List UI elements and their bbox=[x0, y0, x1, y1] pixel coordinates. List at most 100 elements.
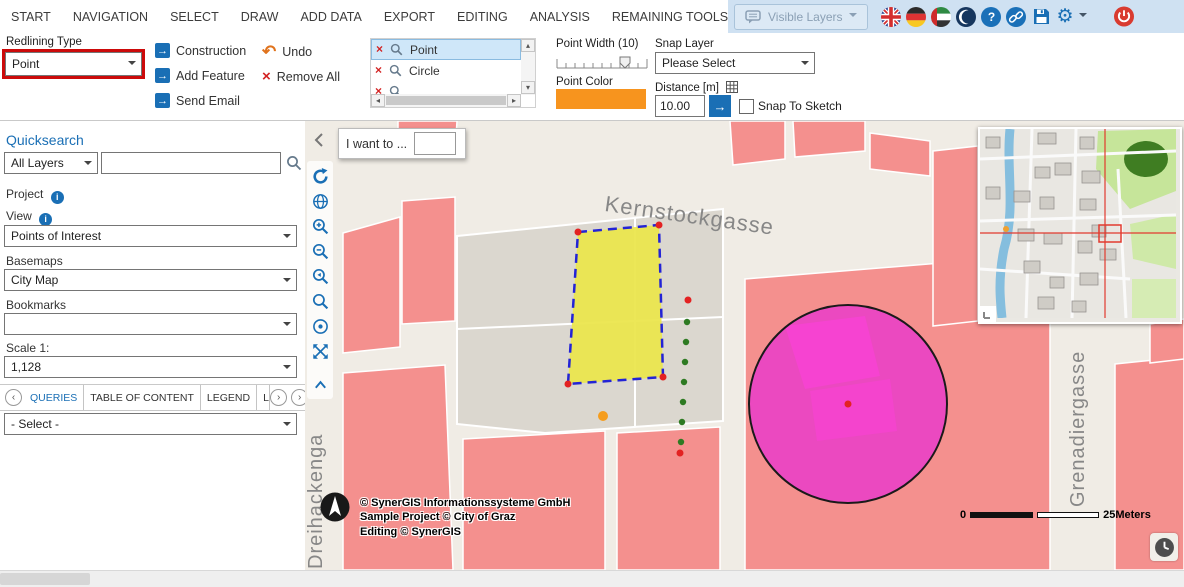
panel-tab-table-of-content[interactable]: TABLE OF CONTENT bbox=[84, 385, 201, 410]
project-label: Project bbox=[6, 187, 64, 204]
construction-label: Construction bbox=[176, 44, 246, 58]
tab-export[interactable]: EXPORT bbox=[373, 10, 446, 24]
distance-input[interactable] bbox=[655, 95, 705, 117]
i-want-to-widget[interactable]: I want to ... bbox=[338, 128, 466, 159]
globe-overview-icon[interactable] bbox=[310, 191, 330, 211]
tab-navigation[interactable]: NAVIGATION bbox=[62, 10, 159, 24]
scroll-up-icon[interactable] bbox=[521, 39, 535, 52]
tab-select[interactable]: SELECT bbox=[159, 10, 230, 24]
redline-yellow-rectangle[interactable] bbox=[565, 222, 667, 388]
project-info-icon[interactable] bbox=[51, 191, 64, 204]
scroll-right-icon[interactable] bbox=[507, 94, 521, 107]
collapse-sidebar-icon[interactable] bbox=[312, 131, 326, 149]
redline-magenta-circle[interactable] bbox=[749, 305, 947, 503]
zoom-in-icon[interactable] bbox=[310, 216, 330, 236]
point-color-swatch[interactable] bbox=[556, 89, 646, 109]
quicksearch-layer-select[interactable]: All Layers bbox=[4, 152, 98, 174]
redline-orange-point[interactable] bbox=[598, 411, 608, 421]
panel-tab-truncated[interactable]: L bbox=[257, 385, 270, 410]
panel-tabs-scroll-end-icon[interactable] bbox=[291, 389, 305, 406]
add-feature-button[interactable]: Add Feature bbox=[155, 68, 245, 83]
tab-remaining-tools[interactable]: REMAINING TOOLS bbox=[601, 10, 739, 24]
map-viewport[interactable]: Kernstockgasse Dreihackenga Grenadiergas… bbox=[305, 121, 1184, 570]
view-select-value: Points of Interest bbox=[11, 229, 101, 243]
street-label-dreihackengasse: Dreihackenga bbox=[305, 387, 328, 569]
delete-shape-icon[interactable] bbox=[375, 63, 382, 78]
shape-row-point[interactable]: Point bbox=[371, 39, 521, 60]
language-english-flag-icon[interactable] bbox=[881, 7, 901, 27]
logout-power-icon[interactable] bbox=[1114, 7, 1134, 27]
overview-marker-dot bbox=[1003, 226, 1009, 232]
scroll-down-icon[interactable] bbox=[521, 81, 535, 94]
panel-tab-queries[interactable]: QUERIES bbox=[24, 385, 84, 410]
send-email-label: Send Email bbox=[176, 94, 240, 108]
shape-row-circle[interactable]: Circle bbox=[371, 60, 521, 81]
night-mode-moon-icon[interactable] bbox=[956, 7, 976, 27]
overview-map-canvas bbox=[980, 129, 1176, 318]
remove-all-button[interactable]: Remove All bbox=[262, 69, 340, 84]
visible-layers-button[interactable]: Visible Layers bbox=[734, 4, 868, 30]
query-select[interactable]: - Select - bbox=[4, 413, 297, 435]
zoom-to-shape-icon[interactable] bbox=[390, 43, 403, 56]
snap-layer-select[interactable]: Please Select bbox=[655, 52, 815, 74]
send-email-button[interactable]: Send Email bbox=[155, 93, 240, 108]
view-select[interactable]: Points of Interest bbox=[4, 225, 297, 247]
add-feature-label: Add Feature bbox=[176, 69, 245, 83]
snap-to-sketch-checkbox[interactable] bbox=[739, 99, 754, 114]
tab-add-data[interactable]: ADD DATA bbox=[289, 10, 372, 24]
zoom-to-shape-icon[interactable] bbox=[389, 64, 402, 77]
settings-gear-icon[interactable] bbox=[1056, 7, 1073, 27]
shape-row-label: Point bbox=[410, 43, 437, 57]
snap-layer-label: Snap Layer bbox=[655, 38, 714, 50]
refresh-map-icon[interactable] bbox=[310, 166, 330, 186]
construction-button[interactable]: Construction bbox=[155, 43, 246, 58]
overview-inset-map[interactable] bbox=[978, 127, 1182, 324]
panel-tabs-scroll-left-icon[interactable] bbox=[5, 389, 22, 406]
shape-list-vertical-scrollbar[interactable] bbox=[521, 39, 535, 95]
quicksearch-input[interactable] bbox=[101, 152, 281, 174]
remove-all-label: Remove All bbox=[277, 70, 340, 84]
apply-distance-button[interactable] bbox=[709, 95, 731, 117]
shape-row-partial[interactable] bbox=[371, 81, 521, 95]
zoom-previous-icon[interactable] bbox=[310, 266, 330, 286]
delete-shape-icon[interactable] bbox=[376, 42, 383, 57]
layer-filter-value: All Layers bbox=[11, 156, 64, 170]
overview-resize-handle[interactable] bbox=[980, 306, 996, 322]
shape-list-horizontal-scrollbar[interactable] bbox=[371, 94, 521, 107]
copyright-line: Editing © SynerGIS bbox=[360, 525, 570, 539]
panel-tabs-scroll-right-icon[interactable] bbox=[270, 389, 287, 406]
language-german-flag-icon[interactable] bbox=[906, 7, 926, 27]
zoom-out-icon[interactable] bbox=[310, 241, 330, 261]
center-position-icon[interactable] bbox=[310, 316, 330, 336]
send-email-icon bbox=[155, 93, 170, 108]
help-icon[interactable] bbox=[981, 7, 1001, 27]
scale-label: Scale 1: bbox=[6, 341, 49, 355]
distance-grid-icon[interactable] bbox=[726, 81, 738, 93]
scrollbar-thumb[interactable] bbox=[386, 96, 506, 105]
share-link-icon[interactable] bbox=[1006, 7, 1026, 27]
scale-select[interactable]: 1,128 bbox=[4, 356, 297, 378]
full-extent-icon[interactable] bbox=[310, 341, 330, 361]
settings-chevron-icon[interactable] bbox=[1079, 13, 1087, 21]
zoom-select-icon[interactable] bbox=[310, 291, 330, 311]
tab-start[interactable]: START bbox=[0, 10, 62, 24]
scroll-left-icon[interactable] bbox=[371, 94, 385, 107]
tab-analysis[interactable]: ANALYSIS bbox=[519, 10, 601, 24]
language-arabic-flag-icon[interactable] bbox=[931, 7, 951, 27]
collapse-toolbar-chevron-icon[interactable] bbox=[310, 374, 330, 394]
time-slider-clock-button[interactable] bbox=[1150, 533, 1178, 561]
save-icon[interactable] bbox=[1031, 7, 1051, 27]
view-info-icon[interactable] bbox=[39, 213, 52, 226]
quicksearch-search-icon[interactable] bbox=[286, 155, 302, 171]
tab-draw[interactable]: DRAW bbox=[230, 10, 290, 24]
bookmarks-select[interactable] bbox=[4, 313, 297, 335]
horizontal-scrollbar[interactable] bbox=[0, 570, 1184, 587]
point-width-slider[interactable] bbox=[556, 55, 648, 71]
undo-button[interactable]: Undo bbox=[262, 44, 312, 59]
i-want-to-input[interactable] bbox=[414, 132, 456, 155]
basemaps-select[interactable]: City Map bbox=[4, 269, 297, 291]
tab-editing[interactable]: EDITING bbox=[446, 10, 519, 24]
scrollbar-thumb[interactable] bbox=[0, 573, 90, 585]
redlining-type-select[interactable]: Point bbox=[5, 52, 142, 76]
panel-tab-legend[interactable]: LEGEND bbox=[201, 385, 257, 410]
